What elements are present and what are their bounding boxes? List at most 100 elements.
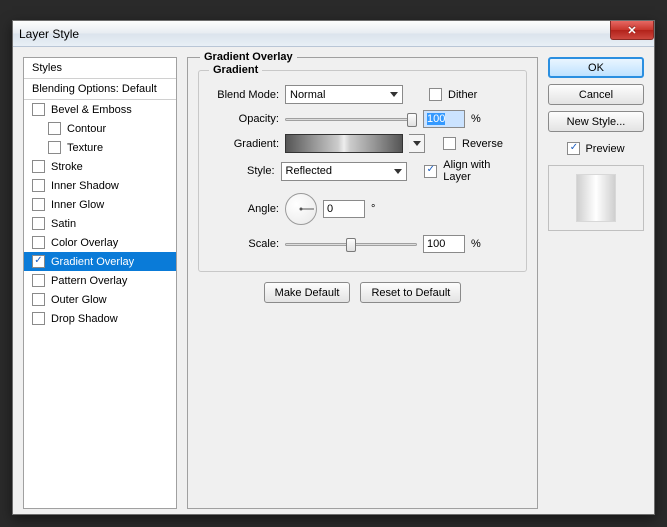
scale-input[interactable]: 100 (423, 235, 465, 253)
style-checkbox[interactable] (32, 255, 45, 268)
gradient-label: Gradient: (209, 138, 279, 150)
reset-to-default-button[interactable]: Reset to Default (360, 282, 461, 303)
scale-slider[interactable] (285, 235, 417, 253)
right-panel: OK Cancel New Style... Preview (548, 57, 644, 509)
preview-checkbox[interactable] (567, 142, 580, 155)
style-checkbox[interactable] (32, 217, 45, 230)
opacity-slider[interactable] (285, 110, 417, 128)
style-item-label: Inner Glow (51, 199, 104, 211)
styles-list: Bevel & Emboss Contour Texture Stroke Inner … (24, 100, 176, 328)
cancel-button[interactable]: Cancel (548, 84, 644, 105)
dialog-body: Styles Blending Options: Default Bevel &… (13, 47, 654, 519)
style-item-stroke[interactable]: Stroke (24, 157, 176, 176)
opacity-label: Opacity: (209, 113, 279, 125)
gradient-overlay-panel: Gradient Overlay Gradient Blend Mode: No… (187, 57, 538, 509)
opacity-unit: % (471, 113, 481, 125)
layer-style-dialog: Layer Style ✕ Styles Blending Options: D… (12, 20, 655, 515)
style-item-label: Contour (67, 123, 106, 135)
make-default-button[interactable]: Make Default (264, 282, 351, 303)
angle-input[interactable]: 0 (323, 200, 365, 218)
style-checkbox[interactable] (48, 122, 61, 135)
scale-row: Scale: 100 % (209, 235, 516, 253)
style-item-label: Color Overlay (51, 237, 118, 249)
style-item-inner-shadow[interactable]: Inner Shadow (24, 176, 176, 195)
style-row: Style: Reflected Align with Layer (209, 159, 516, 183)
scale-unit: % (471, 238, 481, 250)
dither-label: Dither (448, 89, 477, 101)
titlebar[interactable]: Layer Style ✕ (13, 21, 654, 47)
style-checkbox[interactable] (32, 160, 45, 173)
style-item-contour[interactable]: Contour (24, 119, 176, 138)
style-item-label: Stroke (51, 161, 83, 173)
gradient-group: Gradient Blend Mode: Normal Dither Opaci… (198, 70, 527, 272)
align-label: Align with Layer (443, 159, 516, 183)
group-title: Gradient (209, 64, 262, 76)
dither-checkbox[interactable] (429, 88, 442, 101)
style-checkbox[interactable] (32, 312, 45, 325)
close-button[interactable]: ✕ (610, 21, 654, 40)
styles-panel: Styles Blending Options: Default Bevel &… (23, 57, 177, 509)
scale-label: Scale: (209, 238, 279, 250)
style-item-label: Inner Shadow (51, 180, 119, 192)
blend-mode-row: Blend Mode: Normal Dither (209, 85, 516, 104)
reverse-label: Reverse (462, 138, 503, 150)
preview-row: Preview (548, 142, 644, 155)
style-item-inner-glow[interactable]: Inner Glow (24, 195, 176, 214)
blend-mode-dropdown[interactable]: Normal (285, 85, 403, 104)
angle-unit: ° (371, 203, 375, 215)
style-item-label: Gradient Overlay (51, 256, 134, 268)
new-style-button[interactable]: New Style... (548, 111, 644, 132)
blend-mode-label: Blend Mode: (209, 89, 279, 101)
reverse-checkbox[interactable] (443, 137, 456, 150)
angle-dial[interactable] (285, 193, 317, 225)
style-item-texture[interactable]: Texture (24, 138, 176, 157)
align-checkbox[interactable] (424, 165, 437, 178)
window-title: Layer Style (19, 27, 79, 41)
slider-track (285, 118, 417, 121)
style-item-color-overlay[interactable]: Color Overlay (24, 233, 176, 252)
slider-thumb[interactable] (407, 113, 417, 127)
preview-label: Preview (585, 143, 624, 155)
style-item-bevel-emboss[interactable]: Bevel & Emboss (24, 100, 176, 119)
slider-thumb[interactable] (346, 238, 356, 252)
style-item-label: Satin (51, 218, 76, 230)
gradient-dropdown-button[interactable] (409, 134, 425, 153)
styles-header[interactable]: Styles (24, 58, 176, 79)
style-checkbox[interactable] (32, 274, 45, 287)
style-item-pattern-overlay[interactable]: Pattern Overlay (24, 271, 176, 290)
style-checkbox[interactable] (32, 293, 45, 306)
style-checkbox[interactable] (32, 198, 45, 211)
default-buttons-row: Make Default Reset to Default (188, 282, 537, 303)
preview-swatch-wrap (548, 165, 644, 231)
style-item-drop-shadow[interactable]: Drop Shadow (24, 309, 176, 328)
style-value: Reflected (286, 165, 332, 177)
style-item-label: Texture (67, 142, 103, 154)
style-checkbox[interactable] (48, 141, 61, 154)
angle-label: Angle: (209, 203, 279, 215)
gradient-swatch[interactable] (285, 134, 403, 153)
style-checkbox[interactable] (32, 236, 45, 249)
chevron-down-icon (394, 169, 402, 174)
style-dropdown[interactable]: Reflected (281, 162, 407, 181)
style-checkbox[interactable] (32, 103, 45, 116)
ok-button[interactable]: OK (548, 57, 644, 78)
style-item-gradient-overlay[interactable]: Gradient Overlay (24, 252, 176, 271)
style-item-satin[interactable]: Satin (24, 214, 176, 233)
blending-options-row[interactable]: Blending Options: Default (24, 79, 176, 100)
opacity-input[interactable]: 100 (423, 110, 465, 128)
gradient-row: Gradient: Reverse (209, 134, 516, 153)
opacity-row: Opacity: 100 % (209, 110, 516, 128)
preview-swatch (576, 174, 616, 222)
style-item-label: Pattern Overlay (51, 275, 127, 287)
style-item-label: Outer Glow (51, 294, 107, 306)
blend-mode-value: Normal (290, 89, 325, 101)
panel-title: Gradient Overlay (200, 51, 297, 63)
close-icon: ✕ (627, 24, 636, 37)
style-label: Style: (209, 165, 275, 177)
style-item-label: Bevel & Emboss (51, 104, 132, 116)
angle-row: Angle: 0 ° (209, 193, 516, 225)
style-item-label: Drop Shadow (51, 313, 118, 325)
style-checkbox[interactable] (32, 179, 45, 192)
style-item-outer-glow[interactable]: Outer Glow (24, 290, 176, 309)
chevron-down-icon (413, 141, 421, 146)
